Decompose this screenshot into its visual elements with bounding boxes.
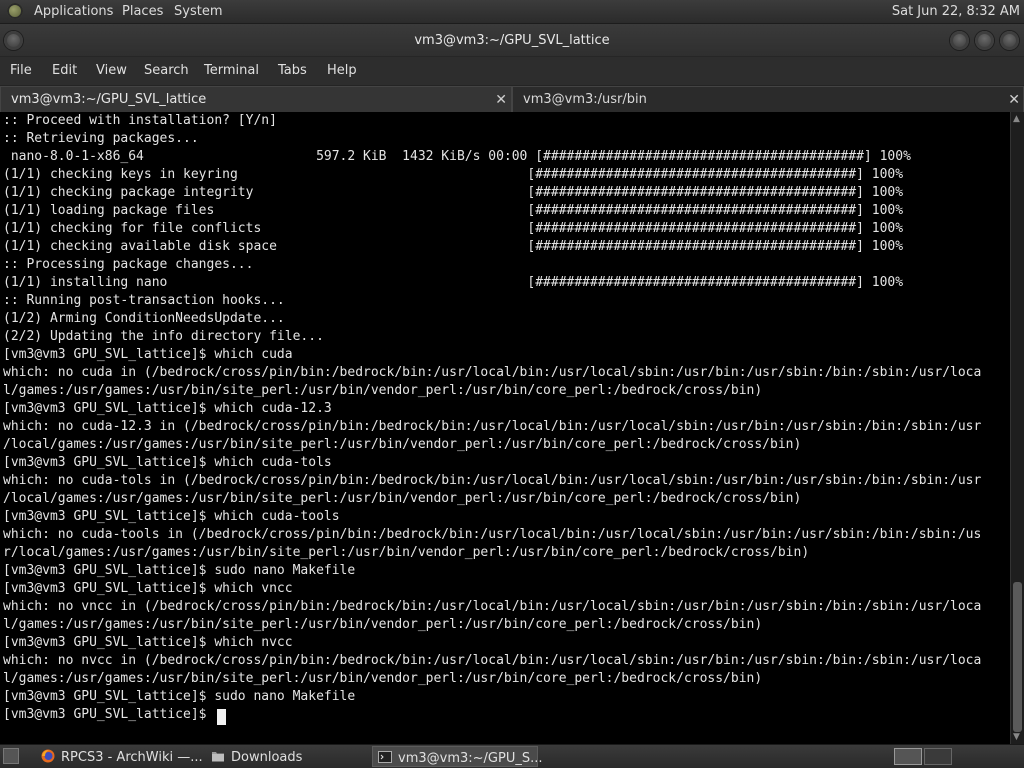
places-menu[interactable]: Places <box>122 0 163 24</box>
terminal-line: /local/games:/usr/games:/usr/bin/site_pe… <box>3 491 802 506</box>
window-menu-button[interactable] <box>4 31 23 50</box>
foot-logo-icon <box>7 3 23 19</box>
folder-icon <box>212 752 224 762</box>
terminal-line: which: no cuda-tools in (/bedrock/cross/… <box>3 527 982 542</box>
task-firefox-archwiki[interactable]: RPCS3 - ArchWiki —... <box>36 746 204 767</box>
terminal-line: [vm3@vm3 GPU_SVL_lattice]$ which vncc <box>3 581 293 596</box>
menu-edit[interactable]: Edit <box>52 57 77 85</box>
terminal-lines: :: Proceed with installation? [Y/n]:: Re… <box>0 112 1010 724</box>
menu-search[interactable]: Search <box>144 57 189 85</box>
terminal-line: l/games:/usr/games:/usr/bin/site_perl:/u… <box>3 617 763 632</box>
task-label: RPCS3 - ArchWiki —... <box>61 750 203 765</box>
workspace-2[interactable] <box>924 748 952 765</box>
task-downloads[interactable]: Downloads <box>206 746 366 767</box>
tab-bar: vm3@vm3:~/GPU_SVL_lattice ✕ vm3@vm3:/usr… <box>0 85 1024 112</box>
terminal-line: l/games:/usr/games:/usr/bin/site_perl:/u… <box>3 671 763 686</box>
terminal-line: which: no cuda-12.3 in (/bedrock/cross/p… <box>3 419 982 434</box>
tab-close-icon[interactable]: ✕ <box>495 87 507 113</box>
terminal-line: [vm3@vm3 GPU_SVL_lattice]$ <box>3 707 215 722</box>
tab-label: vm3@vm3:~/GPU_SVL_lattice <box>11 92 207 107</box>
menu-tabs[interactable]: Tabs <box>278 57 307 85</box>
terminal-line: (1/1) loading package files [###########… <box>3 203 904 218</box>
scroll-up-arrow-icon[interactable]: ▲ <box>1013 114 1020 124</box>
terminal-line: /local/games:/usr/games:/usr/bin/site_pe… <box>3 437 802 452</box>
terminal-line: :: Proceed with installation? [Y/n] <box>3 113 277 128</box>
tab-close-icon[interactable]: ✕ <box>1008 87 1020 113</box>
menubar: File Edit View Search Terminal Tabs Help <box>0 57 1024 85</box>
desktop: Applications Places System Sat Jun 22, 8… <box>0 0 1024 768</box>
terminal-line: [vm3@vm3 GPU_SVL_lattice]$ which cuda-to… <box>3 509 340 524</box>
terminal-output[interactable]: :: Proceed with installation? [Y/n]:: Re… <box>0 112 1010 744</box>
scrollbar-thumb[interactable] <box>1013 582 1022 732</box>
terminal-cursor <box>217 709 226 725</box>
menu-help[interactable]: Help <box>327 57 357 85</box>
show-desktop-button[interactable] <box>3 748 19 764</box>
menu-view[interactable]: View <box>96 57 127 85</box>
terminal-line: (1/2) Arming ConditionNeedsUpdate... <box>3 311 285 326</box>
terminal-line: which: no cuda-tols in (/bedrock/cross/p… <box>3 473 982 488</box>
tab-label: vm3@vm3:/usr/bin <box>523 92 647 107</box>
minimize-button[interactable] <box>950 31 969 50</box>
window-title: vm3@vm3:~/GPU_SVL_lattice <box>414 33 610 48</box>
terminal-line: (2/2) Updating the info directory file..… <box>3 329 324 344</box>
terminal-line: (1/1) installing nano [#################… <box>3 275 904 290</box>
menu-terminal[interactable]: Terminal <box>204 57 259 85</box>
task-label: Downloads <box>231 750 303 765</box>
terminal-line: r/local/games:/usr/games:/usr/bin/site_p… <box>3 545 810 560</box>
window-titlebar[interactable]: vm3@vm3:~/GPU_SVL_lattice <box>0 24 1024 57</box>
applications-menu[interactable]: Applications <box>34 0 113 24</box>
task-label: vm3@vm3:~/GPU_S... <box>398 751 543 766</box>
terminal-line: :: Processing package changes... <box>3 257 254 272</box>
terminal-line: [vm3@vm3 GPU_SVL_lattice]$ sudo nano Mak… <box>3 689 356 704</box>
terminal-line: [vm3@vm3 GPU_SVL_lattice]$ sudo nano Mak… <box>3 563 356 578</box>
terminal-line: [vm3@vm3 GPU_SVL_lattice]$ which cuda <box>3 347 293 362</box>
maximize-button[interactable] <box>975 31 994 50</box>
terminal-line: nano-8.0-1-x86_64 597.2 KiB 1432 KiB/s 0… <box>3 149 911 164</box>
terminal-line: (1/1) checking for file conflicts [#####… <box>3 221 904 236</box>
tab-gpu-svl-lattice[interactable]: vm3@vm3:~/GPU_SVL_lattice ✕ <box>0 86 512 112</box>
close-window-button[interactable] <box>1000 31 1019 50</box>
terminal-line: which: no vncc in (/bedrock/cross/pin/bi… <box>3 599 982 614</box>
menu-file[interactable]: File <box>10 57 32 85</box>
terminal-line: [vm3@vm3 GPU_SVL_lattice]$ which cuda-to… <box>3 455 332 470</box>
top-panel: Applications Places System Sat Jun 22, 8… <box>0 0 1024 24</box>
terminal-line: (1/1) checking package integrity [######… <box>3 185 904 200</box>
terminal-line: which: no cuda in (/bedrock/cross/pin/bi… <box>3 365 982 380</box>
terminal-line: :: Retrieving packages... <box>3 131 199 146</box>
terminal-line: which: no nvcc in (/bedrock/cross/pin/bi… <box>3 653 982 668</box>
terminal-line: (1/1) checking available disk space [###… <box>3 239 904 254</box>
system-menu[interactable]: System <box>174 0 222 24</box>
workspace-1[interactable] <box>894 748 922 765</box>
terminal-line: [vm3@vm3 GPU_SVL_lattice]$ which cuda-12… <box>3 401 332 416</box>
bottom-panel: RPCS3 - ArchWiki —... Downloads vm3@vm3:… <box>0 744 1024 768</box>
terminal-line: (1/1) checking keys in keyring [########… <box>3 167 904 182</box>
task-terminal[interactable]: vm3@vm3:~/GPU_S... <box>372 746 543 767</box>
scroll-down-arrow-icon[interactable]: ▼ <box>1013 732 1020 742</box>
terminal-line: [vm3@vm3 GPU_SVL_lattice]$ which nvcc <box>3 635 293 650</box>
terminal-line: :: Running post-transaction hooks... <box>3 293 285 308</box>
terminal-icon <box>378 751 392 763</box>
terminal-line: l/games:/usr/games:/usr/bin/site_perl:/u… <box>3 383 763 398</box>
firefox-icon <box>41 749 55 763</box>
clock[interactable]: Sat Jun 22, 8:32 AM <box>892 0 1020 24</box>
tab-usr-bin[interactable]: vm3@vm3:/usr/bin ✕ <box>512 86 1024 112</box>
terminal-scrollbar[interactable]: ▲ ▼ <box>1010 112 1024 744</box>
